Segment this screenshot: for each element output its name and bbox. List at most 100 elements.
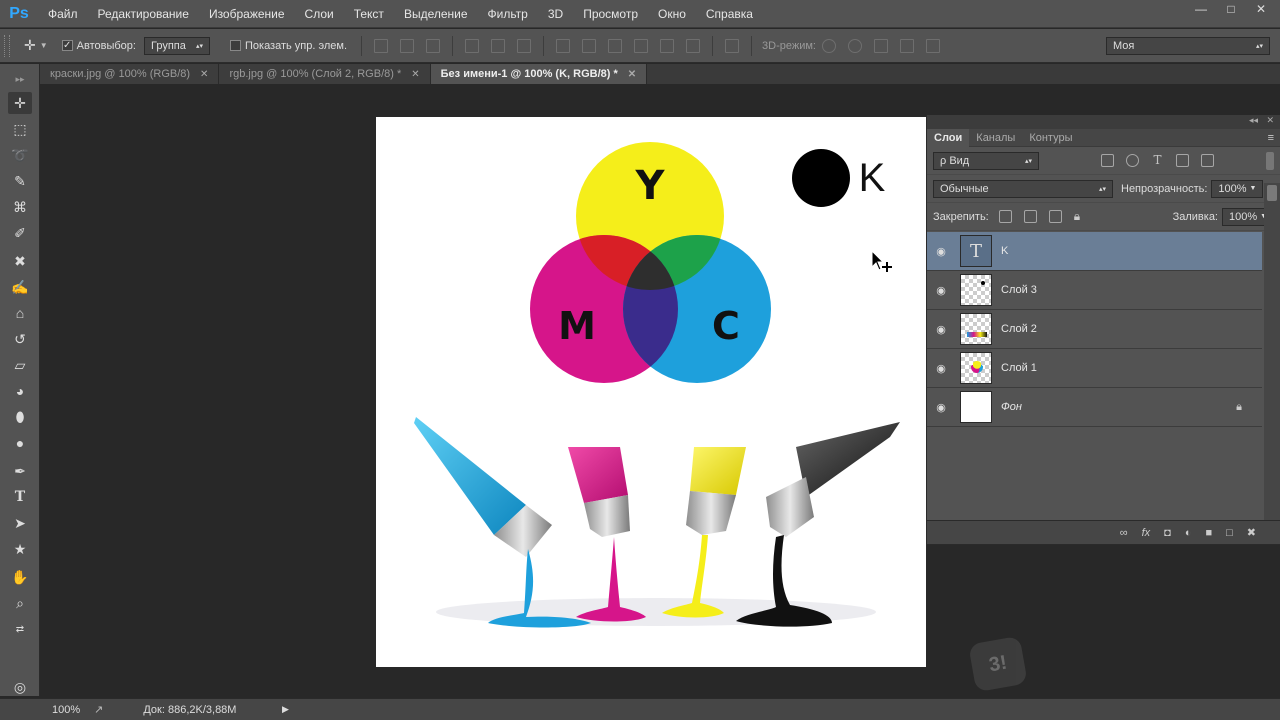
filter-pixel-icon[interactable] [1101,154,1114,167]
tab-document-2[interactable]: rgb.jpg @ 100% (Слой 2, RGB/8) * ✕ [219,64,431,84]
close-icon[interactable]: ✕ [200,69,208,80]
menu-file[interactable]: Файл [38,0,88,28]
panel-header[interactable]: ◂◂ ✕ [927,115,1280,129]
distribute-top-icon[interactable] [556,38,571,53]
brush-tool-icon[interactable]: ✍ [8,276,32,298]
eraser-tool-icon[interactable]: ▱ [8,354,32,376]
lock-all-icon[interactable]: 🔒︎ [1074,209,1080,224]
menu-3d[interactable]: 3D [538,0,573,28]
tab-document-1[interactable]: краски.jpg @ 100% (RGB/8) ✕ [40,64,220,84]
align-bottom-icon[interactable] [426,38,441,53]
layer-row[interactable]: ◉ Слой 1 [927,349,1262,388]
eyedropper-tool-icon[interactable]: ✐ [8,222,32,244]
pen-tool-icon[interactable]: ✒ [8,460,32,482]
add-mask-icon[interactable]: ◘ [1164,527,1171,539]
move-tool-preset-icon[interactable]: ✛ [24,37,36,54]
menu-filter[interactable]: Фильтр [478,0,538,28]
tab-channels[interactable]: Каналы [969,132,1022,144]
paint-bucket-tool-icon[interactable]: ◕ [8,380,32,402]
lock-position-icon[interactable] [1048,210,1062,223]
menu-type[interactable]: Текст [344,0,394,28]
quick-select-tool-icon[interactable]: ✎ [8,170,32,192]
filter-adjustment-icon[interactable] [1126,154,1139,167]
eye-icon[interactable]: ◉ [927,245,955,258]
layer-row[interactable]: ◉ Слой 3 [927,271,1262,310]
distribute-left-icon[interactable] [634,38,649,53]
quick-mask-icon[interactable]: ◎ [8,676,32,698]
eye-icon[interactable]: ◉ [927,401,955,414]
layer-style-icon[interactable]: fx [1142,527,1151,539]
distribute-right-icon[interactable] [686,38,701,53]
menu-layer[interactable]: Слои [295,0,344,28]
crop-tool-icon[interactable]: ⌘ [8,196,32,218]
show-transform-checkbox[interactable] [229,40,241,51]
auto-align-icon[interactable] [725,38,740,53]
eye-icon[interactable]: ◉ [927,284,955,297]
hand-tool-icon[interactable]: ✋ [8,566,32,588]
collapse-icon[interactable]: ▸▸ [8,68,32,90]
move-tool-icon[interactable]: ✛ [8,92,32,114]
zoom-level[interactable]: 100% [52,704,80,716]
layers-scrollbar[interactable] [1264,183,1280,521]
menu-help[interactable]: Справка [696,0,763,28]
eye-icon[interactable]: ◉ [927,362,955,375]
blend-mode-dropdown[interactable]: Обычные ▴▾ [933,179,1113,198]
document-canvas[interactable]: Y M C K [376,117,926,667]
filter-shape-icon[interactable] [1176,154,1189,167]
new-group-icon[interactable]: ■ [1205,527,1212,539]
menu-image[interactable]: Изображение [199,0,295,28]
trash-icon[interactable]: ✖ [1247,526,1256,539]
menu-window[interactable]: Окно [648,0,696,28]
healing-brush-tool-icon[interactable]: ✖ [8,250,32,272]
close-icon[interactable]: ✕ [411,69,419,80]
align-left-icon[interactable] [465,38,480,53]
lock-pixels-icon[interactable] [1023,210,1037,223]
opacity-field[interactable]: 100% ▼ [1211,179,1264,198]
minimize-button[interactable]: — [1188,0,1214,18]
new-layer-icon[interactable]: □ [1226,527,1233,539]
align-right-icon[interactable] [517,38,532,53]
close-icon[interactable]: ✕ [628,69,636,80]
scale-3d-icon[interactable] [925,38,940,53]
menu-edit[interactable]: Редактирование [88,0,199,28]
align-vcenter-icon[interactable] [400,38,415,53]
marquee-tool-icon[interactable]: ⬚ [8,118,32,140]
export-icon[interactable]: ↗ [94,703,103,716]
close-button[interactable]: ✕ [1248,0,1274,18]
panel-menu-icon[interactable]: ≡ [1268,132,1274,144]
slide-3d-icon[interactable] [899,38,914,53]
maximize-button[interactable]: □ [1218,0,1244,18]
layer-row[interactable]: ◉ Фон 🔒︎ [927,388,1262,427]
tab-document-3[interactable]: Без имени-1 @ 100% (K, RGB/8) * ✕ [430,64,648,84]
dodge-tool-icon[interactable]: ● [8,432,32,454]
collapse-icon[interactable]: ◂◂ [1249,115,1258,126]
layer-row[interactable]: ◉ Слой 2 [927,310,1262,349]
adjustment-layer-icon[interactable]: ◐ [1185,527,1192,539]
tab-layers[interactable]: Слои [927,128,970,147]
blur-tool-icon[interactable]: ⬮ [8,406,32,428]
tab-paths[interactable]: Контуры [1022,132,1079,144]
distribute-hcenter-icon[interactable] [660,38,675,53]
zoom-tool-icon[interactable]: ⌕ [8,592,32,614]
eye-icon[interactable]: ◉ [927,323,955,336]
lasso-tool-icon[interactable]: ➰ [8,144,32,166]
autoselect-dropdown[interactable]: Группа ▴▾ [143,36,210,55]
menu-select[interactable]: Выделение [394,0,478,28]
options-grip[interactable] [4,34,10,57]
rotate-3d-icon[interactable] [821,38,836,53]
filter-toggle[interactable] [1266,151,1274,170]
link-layers-icon[interactable]: ∞ [1120,527,1128,539]
chevron-down-icon[interactable]: ▼ [1249,185,1256,192]
lock-transparent-icon[interactable] [998,210,1012,223]
stamp-tool-icon[interactable]: ⌂ [8,302,32,324]
chevron-down-icon[interactable]: ▼ [40,41,48,50]
swap-colors-icon[interactable]: ⇄ [8,618,32,640]
status-menu-arrow-icon[interactable]: ▶ [282,704,289,715]
path-select-tool-icon[interactable]: ➤ [8,512,32,534]
shape-tool-icon[interactable]: ★ [8,538,32,560]
distribute-bottom-icon[interactable] [608,38,623,53]
align-top-icon[interactable] [374,38,389,53]
layer-filter-dropdown[interactable]: ρ Вид ▴▾ [933,151,1039,170]
filter-type-icon[interactable]: T [1151,154,1164,167]
autoselect-checkbox[interactable]: ✓ [61,40,73,51]
